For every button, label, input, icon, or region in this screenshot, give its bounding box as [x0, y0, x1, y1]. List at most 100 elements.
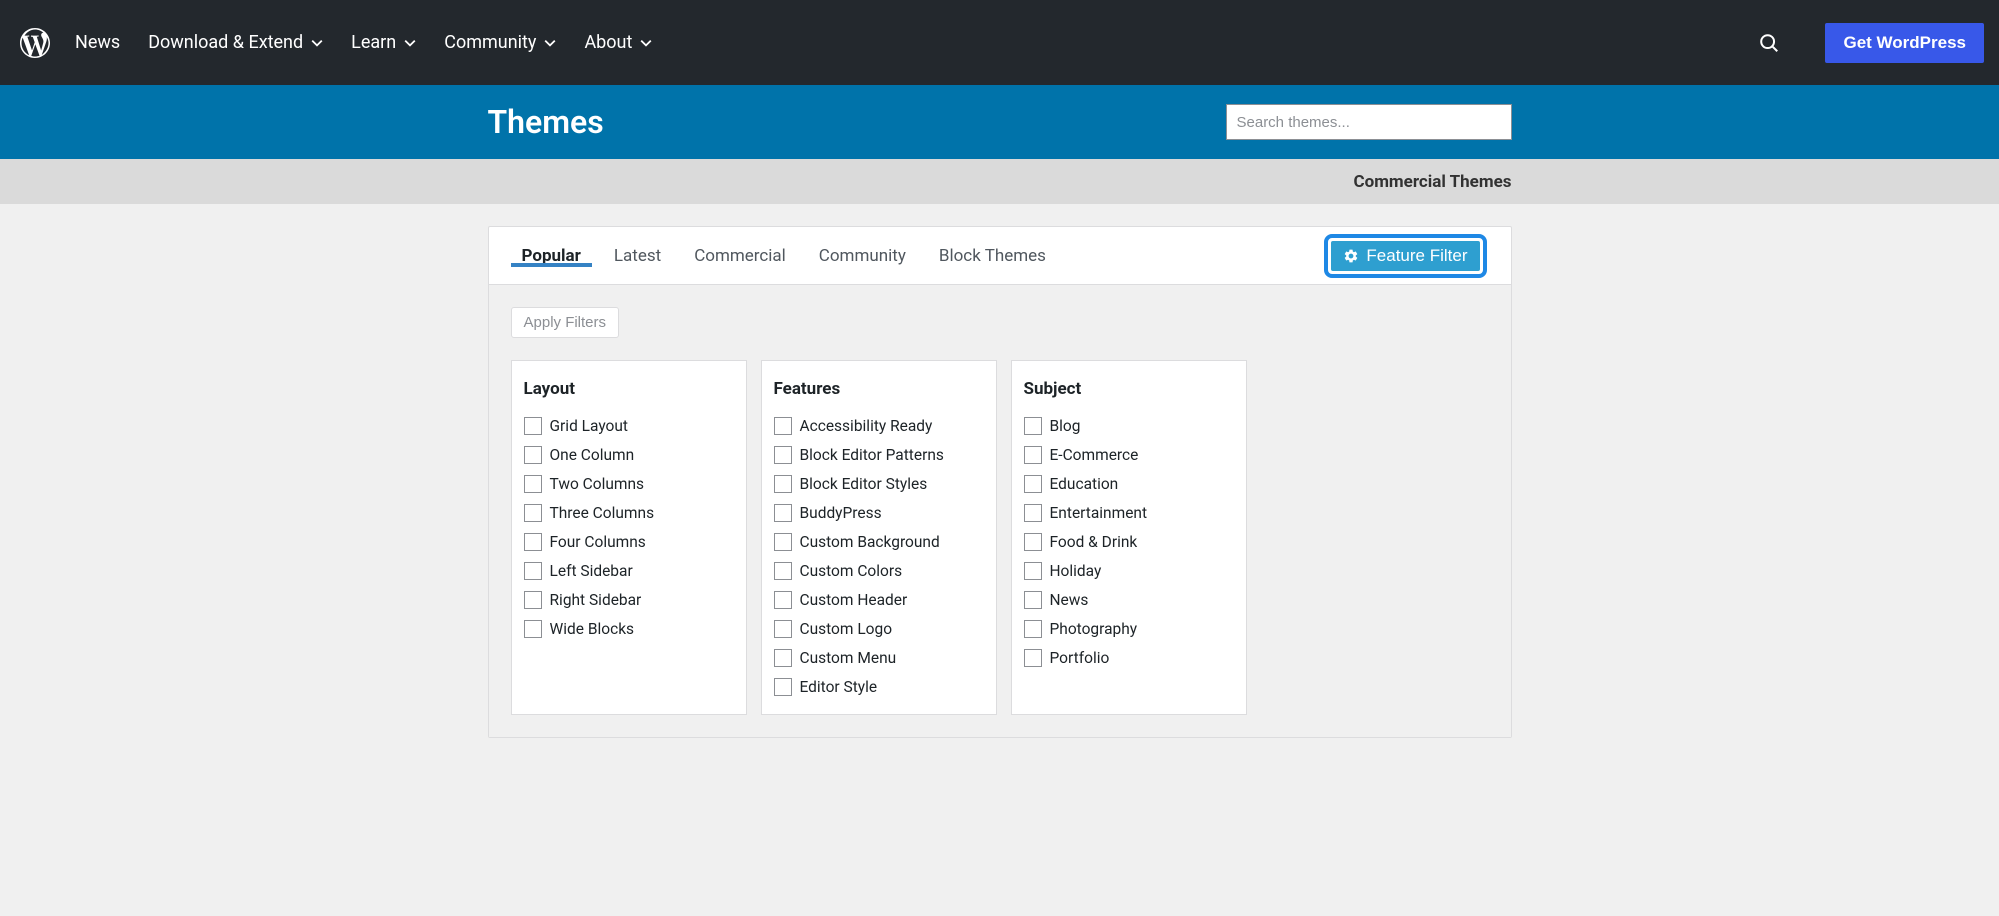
checkbox-label: E-Commerce: [1050, 446, 1139, 464]
tab-label: Latest: [614, 246, 661, 266]
filter-checkbox-row[interactable]: E-Commerce: [1024, 446, 1234, 464]
checkbox-icon: [1024, 562, 1042, 580]
filter-checkbox-row[interactable]: Custom Logo: [774, 620, 984, 638]
search-icon[interactable]: [1758, 32, 1780, 54]
nav-label: About: [584, 32, 632, 53]
checkbox-label: Four Columns: [550, 533, 646, 551]
top-nav: News Download & Extend Learn Community A…: [0, 0, 1999, 85]
checkbox-label: Custom Colors: [800, 562, 903, 580]
nav-right: Get WordPress: [1758, 23, 1984, 63]
filter-checkbox-row[interactable]: Photography: [1024, 620, 1234, 638]
checkbox-icon: [774, 562, 792, 580]
filter-checkbox-row[interactable]: Two Columns: [524, 475, 734, 493]
nav-item-about[interactable]: About: [584, 32, 652, 53]
checkbox-icon: [774, 591, 792, 609]
commercial-themes-link[interactable]: Commercial Themes: [1353, 172, 1511, 192]
filter-checkbox-row[interactable]: Custom Colors: [774, 562, 984, 580]
tab-label: Block Themes: [939, 246, 1046, 266]
filter-checkbox-row[interactable]: Holiday: [1024, 562, 1234, 580]
nav-label: Learn: [351, 32, 396, 53]
filter-card-features: FeaturesAccessibility ReadyBlock Editor …: [761, 360, 997, 715]
filter-columns: Layout Grid Layout One Column Two Columns Th…: [511, 360, 1489, 715]
search-themes-input[interactable]: [1226, 104, 1512, 140]
filter-checkbox-row[interactable]: One Column: [524, 446, 734, 464]
checkbox-label: Portfolio: [1050, 649, 1110, 667]
filter-checkbox-row[interactable]: Custom Header: [774, 591, 984, 609]
filter-card-subject: Subject Blog E-Commerce Education Entertainm…: [1011, 360, 1247, 715]
wordpress-logo-icon[interactable]: [15, 23, 55, 63]
tab-community[interactable]: Community: [808, 246, 917, 266]
filter-checkbox-row[interactable]: Accessibility Ready: [774, 417, 984, 435]
filter-group-title: Subject: [1024, 379, 1234, 399]
filter-checkbox-row[interactable]: Custom Background: [774, 533, 984, 551]
tab-block-themes[interactable]: Block Themes: [928, 246, 1057, 266]
filter-card-layout: Layout Grid Layout One Column Two Columns Th…: [511, 360, 747, 715]
nav-item-download[interactable]: Download & Extend: [148, 32, 323, 53]
tab-latest[interactable]: Latest: [603, 246, 672, 266]
checkbox-label: BuddyPress: [800, 504, 882, 522]
checkbox-icon: [524, 504, 542, 522]
checkbox-label: Holiday: [1050, 562, 1102, 580]
gear-icon: [1343, 248, 1359, 264]
filter-checkbox-row[interactable]: Portfolio: [1024, 649, 1234, 667]
checkbox-icon: [774, 678, 792, 696]
apply-filters-button[interactable]: Apply Filters: [511, 307, 620, 338]
checkbox-icon: [1024, 417, 1042, 435]
filter-checkbox-row[interactable]: Editor Style: [774, 678, 984, 696]
themes-panel: Popular Latest Commercial Community Bloc…: [488, 226, 1512, 738]
nav-item-news[interactable]: News: [75, 32, 120, 53]
tab-popular[interactable]: Popular: [511, 246, 592, 266]
chevron-down-icon: [311, 37, 323, 49]
checkbox-label: Editor Style: [800, 678, 878, 696]
checkbox-icon: [1024, 591, 1042, 609]
checkbox-label: Custom Header: [800, 591, 908, 609]
feature-filter-button[interactable]: Feature Filter: [1331, 241, 1479, 271]
filter-checkbox-row[interactable]: Right Sidebar: [524, 591, 734, 609]
filter-group-title: Layout: [524, 379, 734, 399]
checkbox-icon: [524, 475, 542, 493]
nav-label: Download & Extend: [148, 32, 303, 53]
filter-checkbox-row[interactable]: Entertainment: [1024, 504, 1234, 522]
filter-checkbox-row[interactable]: Block Editor Styles: [774, 475, 984, 493]
filter-checkbox-row[interactable]: Custom Menu: [774, 649, 984, 667]
filter-checkbox-row[interactable]: Food & Drink: [1024, 533, 1234, 551]
checkbox-icon: [1024, 504, 1042, 522]
filter-checkbox-row[interactable]: Block Editor Patterns: [774, 446, 984, 464]
themes-banner: Themes: [0, 85, 1999, 159]
checkbox-icon: [1024, 620, 1042, 638]
nav-item-community[interactable]: Community: [444, 32, 556, 53]
checkbox-icon: [1024, 475, 1042, 493]
checkbox-label: Wide Blocks: [550, 620, 635, 638]
page-title: Themes: [488, 103, 604, 141]
filter-checkbox-row[interactable]: Grid Layout: [524, 417, 734, 435]
checkbox-label: Blog: [1050, 417, 1081, 435]
checkbox-icon: [774, 504, 792, 522]
checkbox-label: Block Editor Patterns: [800, 446, 944, 464]
checkbox-label: Accessibility Ready: [800, 417, 933, 435]
filter-checkbox-row[interactable]: Wide Blocks: [524, 620, 734, 638]
filter-checkbox-row[interactable]: Blog: [1024, 417, 1234, 435]
checkbox-icon: [524, 533, 542, 551]
checkbox-label: Right Sidebar: [550, 591, 642, 609]
filter-checkbox-row[interactable]: Three Columns: [524, 504, 734, 522]
checkbox-label: Grid Layout: [550, 417, 629, 435]
checkbox-label: Food & Drink: [1050, 533, 1138, 551]
chevron-down-icon: [404, 37, 416, 49]
checkbox-icon: [774, 533, 792, 551]
checkbox-label: Block Editor Styles: [800, 475, 928, 493]
tab-commercial[interactable]: Commercial: [683, 246, 797, 266]
filter-checkbox-row[interactable]: Left Sidebar: [524, 562, 734, 580]
checkbox-icon: [524, 620, 542, 638]
nav-item-learn[interactable]: Learn: [351, 32, 416, 53]
tabs-row: Popular Latest Commercial Community Bloc…: [489, 227, 1511, 285]
filter-checkbox-row[interactable]: News: [1024, 591, 1234, 609]
get-wordpress-button[interactable]: Get WordPress: [1825, 23, 1984, 63]
filter-checkbox-row[interactable]: Four Columns: [524, 533, 734, 551]
checkbox-label: Education: [1050, 475, 1119, 493]
checkbox-label: Custom Menu: [800, 649, 897, 667]
checkbox-icon: [1024, 533, 1042, 551]
checkbox-label: Photography: [1050, 620, 1138, 638]
filter-checkbox-row[interactable]: BuddyPress: [774, 504, 984, 522]
filter-checkbox-row[interactable]: Education: [1024, 475, 1234, 493]
content: Popular Latest Commercial Community Bloc…: [0, 204, 1999, 760]
